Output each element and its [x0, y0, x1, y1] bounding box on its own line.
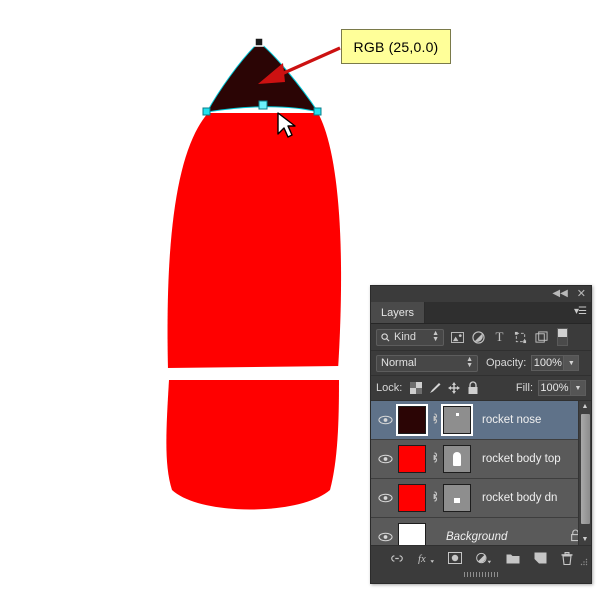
layer-name[interactable]: rocket body dn	[482, 492, 557, 504]
filter-row: Kind ▲ ▼ T	[371, 324, 591, 351]
move-lock-icon[interactable]	[446, 380, 462, 396]
lock-row: Lock: Fill: 100% ▼	[371, 376, 591, 401]
layer-thumbnail-wrap[interactable]	[396, 404, 428, 436]
opacity-input[interactable]: 100%	[531, 355, 565, 371]
visibility-eye-icon[interactable]	[374, 532, 396, 542]
path-anchor-apex[interactable]	[254, 37, 264, 47]
layer-list-scrollbar[interactable]: ▲ ▼	[578, 401, 591, 545]
fill-dropdown-icon[interactable]: ▼	[571, 380, 586, 396]
shape-filter-icon[interactable]	[513, 330, 528, 345]
chevron-updown-icon[interactable]: ▲ ▼	[432, 330, 439, 343]
layers-panel: ◀◀ ✕ Layers ▾☰ Kind ▲ ▼ T Normal ▲ ▼ Opa…	[370, 285, 592, 584]
rocket-body-bottom-shape	[166, 380, 339, 510]
new-group-icon[interactable]	[506, 553, 520, 564]
layer-row-rocket-body-dn[interactable]: rocket body dn	[371, 479, 591, 518]
svg-text:fx: fx	[418, 554, 426, 564]
callout-text: RGB (25,0.0)	[353, 38, 439, 55]
layer-mask-thumbnail-wrap[interactable]	[441, 443, 473, 475]
tab-layers-label: Layers	[381, 306, 415, 319]
panel-topbar: ◀◀ ✕	[371, 286, 591, 302]
scroll-down-icon[interactable]: ▼	[579, 534, 591, 545]
visibility-eye-icon[interactable]	[374, 493, 396, 503]
layer-mask-icon[interactable]	[447, 552, 462, 564]
scrollbar-thumb[interactable]	[581, 414, 590, 524]
new-layer-icon[interactable]	[534, 552, 547, 564]
blend-mode-select[interactable]: Normal ▲ ▼	[376, 354, 478, 372]
layer-thumbnail[interactable]	[398, 406, 426, 434]
path-anchor-mid[interactable]	[258, 100, 268, 110]
panel-resize-handle[interactable]	[464, 572, 498, 577]
opacity-label: Opacity:	[486, 357, 527, 369]
all-lock-icon[interactable]	[465, 380, 481, 396]
filter-kind-select[interactable]: Kind ▲ ▼	[376, 328, 444, 346]
layers-bottom-toolbar: fx	[371, 545, 591, 577]
delete-layer-icon[interactable]	[561, 551, 573, 565]
layer-list: rocket nose rocket body top rocket body …	[371, 401, 591, 557]
scroll-up-icon[interactable]: ▲	[579, 401, 591, 412]
search-icon	[381, 332, 390, 341]
link-icon[interactable]	[428, 490, 441, 506]
path-anchor-right[interactable]	[313, 107, 322, 116]
fill-input[interactable]: 100%	[538, 380, 571, 396]
blend-mode-row: Normal ▲ ▼ Opacity: 100% ▼	[371, 351, 591, 376]
transparency-lock-icon[interactable]	[408, 380, 424, 396]
adjustment-filter-icon[interactable]	[471, 330, 486, 345]
lock-label: Lock:	[376, 382, 403, 394]
blend-mode-value: Normal	[381, 357, 417, 369]
rgb-callout-tooltip: RGB (25,0.0)	[341, 29, 451, 64]
rocket-body-top-shape	[167, 113, 342, 370]
link-icon[interactable]	[428, 412, 441, 428]
body-separator-gap	[167, 366, 340, 380]
filter-kind-label: Kind	[394, 331, 417, 343]
layer-row-rocket-nose[interactable]: rocket nose	[371, 401, 591, 440]
filter-toggle-switch[interactable]	[557, 328, 568, 346]
layer-thumbnail-wrap[interactable]	[396, 443, 428, 475]
visibility-eye-icon[interactable]	[374, 415, 396, 425]
visibility-eye-icon[interactable]	[374, 454, 396, 464]
layer-name[interactable]: Background	[446, 531, 507, 543]
fill-label: Fill:	[515, 382, 533, 394]
panel-resize-grip[interactable]	[580, 558, 588, 568]
layer-mask-thumbnail[interactable]	[443, 406, 471, 434]
image-filter-icon[interactable]	[450, 330, 465, 345]
paint-lock-icon[interactable]	[427, 380, 443, 396]
layer-name[interactable]: rocket body top	[482, 453, 561, 465]
path-anchor-left[interactable]	[202, 107, 211, 116]
layer-mask-thumbnail[interactable]	[443, 484, 471, 512]
type-filter-icon[interactable]: T	[492, 329, 507, 345]
collapse-icon[interactable]: ◀◀	[552, 289, 567, 299]
layer-thumbnail-wrap[interactable]	[396, 482, 428, 514]
layer-mask-thumbnail-wrap[interactable]	[441, 404, 473, 436]
layer-name[interactable]: rocket nose	[482, 414, 541, 426]
layer-thumbnail[interactable]	[398, 484, 426, 512]
layer-thumbnail[interactable]	[398, 445, 426, 473]
opacity-dropdown-icon[interactable]: ▼	[564, 355, 580, 371]
tab-layers[interactable]: Layers	[371, 302, 426, 323]
adjustment-layer-icon[interactable]	[475, 552, 492, 565]
link-layers-icon[interactable]	[390, 554, 404, 563]
link-icon[interactable]	[428, 451, 441, 467]
layer-mask-thumbnail-wrap[interactable]	[441, 482, 473, 514]
panel-menu-icon[interactable]: ▾☰	[574, 306, 587, 317]
chevron-updown-icon[interactable]: ▲ ▼	[466, 356, 473, 369]
smartobject-filter-icon[interactable]	[534, 330, 549, 345]
layer-fx-icon[interactable]: fx	[418, 552, 434, 564]
layer-row-rocket-body-top[interactable]: rocket body top	[371, 440, 591, 479]
close-icon[interactable]: ✕	[577, 289, 586, 300]
layer-mask-thumbnail[interactable]	[443, 445, 471, 473]
screenshot-root: RGB (25,0.0) ◀◀ ✕ Layers ▾☰ Kind ▲ ▼ T N…	[0, 0, 600, 600]
panel-tab-bar: Layers ▾☰	[371, 302, 591, 324]
